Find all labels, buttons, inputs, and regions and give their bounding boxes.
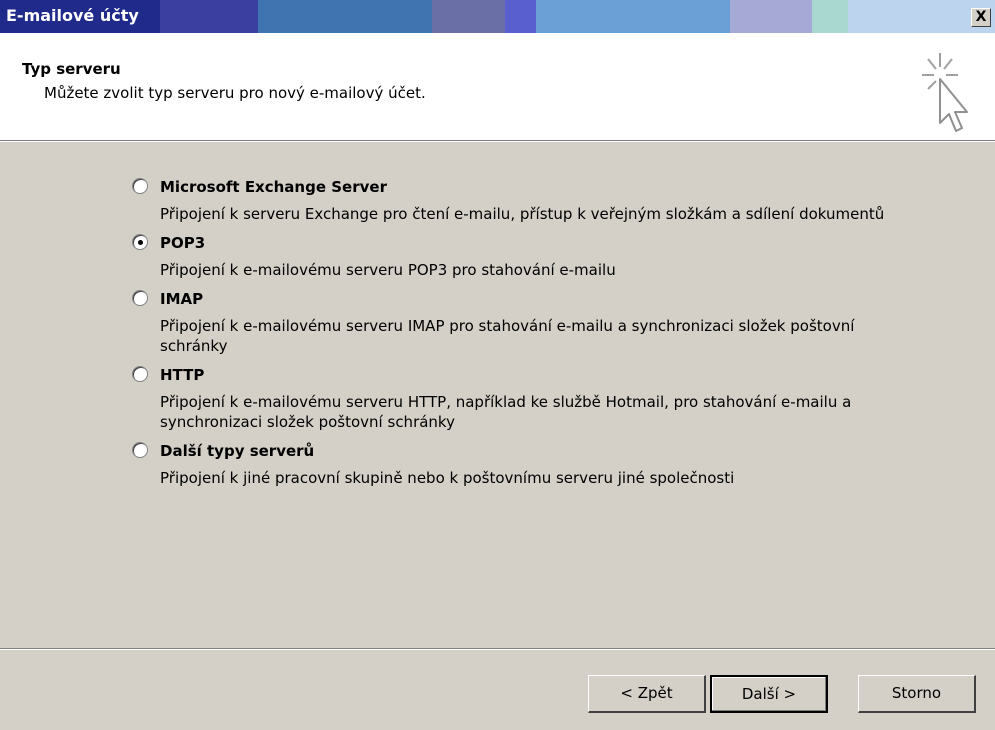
title-bar: E-mailové účty X	[0, 0, 995, 33]
server-type-options: Microsoft Exchange Server Připojení k se…	[132, 176, 892, 496]
radio-imap[interactable]	[132, 290, 148, 306]
radio-exchange[interactable]	[132, 178, 148, 194]
option-description: Připojení k serveru Exchange pro čtení e…	[160, 205, 885, 223]
back-button[interactable]: < Zpět	[588, 675, 706, 713]
radio-other[interactable]	[132, 442, 148, 458]
option-description: Připojení k e-mailovému serveru POP3 pro…	[160, 261, 616, 279]
cancel-button[interactable]: Storno	[858, 675, 976, 713]
option-http[interactable]: HTTP Připojení k e-mailovému serveru HTT…	[132, 364, 892, 432]
header-divider	[0, 141, 995, 142]
window-title: E-mailové účty	[6, 6, 139, 25]
option-pop3[interactable]: POP3 Připojení k e-mailovému serveru POP…	[132, 232, 892, 280]
option-exchange[interactable]: Microsoft Exchange Server Připojení k se…	[132, 176, 892, 224]
page-subtitle: Můžete zvolit typ serveru pro nový e-mai…	[44, 84, 426, 102]
radio-http[interactable]	[132, 366, 148, 382]
option-description: Připojení k e-mailovému serveru IMAP pro…	[160, 317, 855, 355]
wizard-cursor-icon	[922, 53, 968, 132]
radio-pop3[interactable]	[132, 234, 148, 250]
option-label[interactable]: HTTP	[160, 364, 892, 386]
option-other[interactable]: Další typy serverů Připojení k jiné prac…	[132, 440, 892, 488]
option-description: Připojení k jiné pracovní skupině nebo k…	[160, 469, 735, 487]
option-imap[interactable]: IMAP Připojení k e-mailovému serveru IMA…	[132, 288, 892, 356]
option-description: Připojení k e-mailovému serveru HTTP, na…	[160, 393, 852, 431]
option-label[interactable]: POP3	[160, 232, 892, 254]
option-label[interactable]: Další typy serverů	[160, 440, 892, 462]
option-label[interactable]: IMAP	[160, 288, 892, 310]
close-button[interactable]: X	[971, 8, 991, 27]
wizard-header: Typ serveru Můžete zvolit typ serveru pr…	[0, 33, 995, 141]
option-label[interactable]: Microsoft Exchange Server	[160, 176, 892, 198]
page-title: Typ serveru	[22, 60, 121, 78]
next-button[interactable]: Další >	[710, 675, 828, 713]
